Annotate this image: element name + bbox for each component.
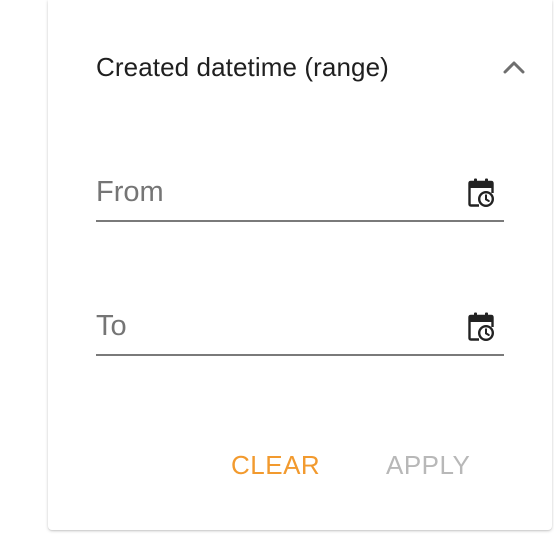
from-placeholder: From [96, 176, 164, 208]
calendar-clock-icon[interactable] [468, 312, 495, 342]
from-field[interactable]: From [96, 166, 504, 222]
calendar-clock-icon[interactable] [468, 178, 495, 208]
clear-button[interactable]: CLEAR [231, 440, 320, 490]
chevron-up-icon[interactable] [500, 53, 528, 81]
filter-panel: Created datetime (range) From To CLEAR A… [48, 0, 552, 530]
apply-button[interactable]: APPLY [386, 440, 470, 490]
filter-actions: CLEAR APPLY [96, 440, 504, 490]
to-placeholder: To [96, 310, 127, 342]
filter-title: Created datetime (range) [96, 51, 389, 82]
filter-header[interactable]: Created datetime (range) [96, 40, 525, 94]
to-field[interactable]: To [96, 300, 504, 356]
filter-page: Created datetime (range) From To CLEAR A… [0, 0, 554, 542]
